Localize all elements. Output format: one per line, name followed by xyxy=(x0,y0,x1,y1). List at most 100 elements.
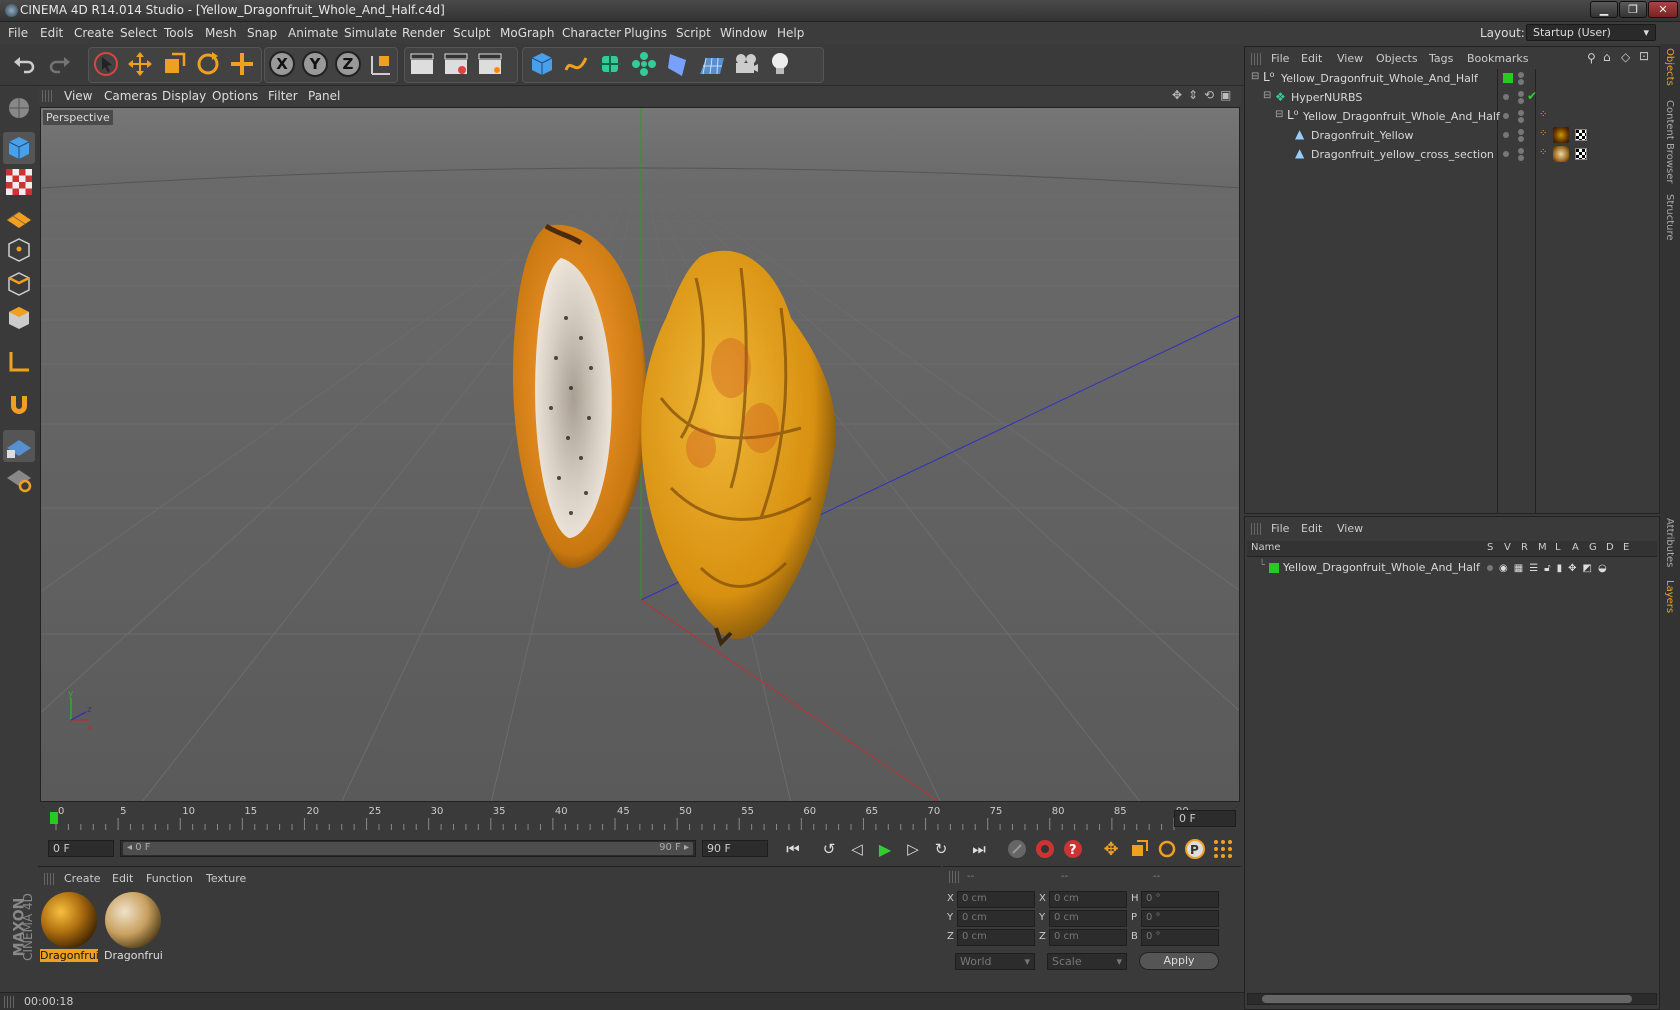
layer-column-d[interactable]: D xyxy=(1606,542,1614,553)
add-environment-button[interactable] xyxy=(696,48,728,80)
menu-simulate[interactable]: Simulate xyxy=(344,26,397,40)
object-menu-tags[interactable]: Tags xyxy=(1429,52,1453,65)
render-visibility-dot[interactable] xyxy=(1518,117,1524,123)
add-deformer-button[interactable] xyxy=(662,48,694,80)
layout-select[interactable]: Startup (User) ▾ xyxy=(1526,24,1656,41)
horizontal-scrollbar[interactable] xyxy=(1247,993,1657,1005)
material-menu-function[interactable]: Function xyxy=(146,872,193,885)
coord-value-field[interactable]: 0 ° xyxy=(1141,929,1219,946)
coord-value-field[interactable]: 0 cm xyxy=(1049,929,1127,946)
manager-icon[interactable]: ☰ xyxy=(1529,563,1538,574)
object-menu-view[interactable]: View xyxy=(1337,52,1363,65)
workplane-mode-button[interactable] xyxy=(3,200,35,232)
render-view-button[interactable] xyxy=(406,48,438,80)
render-visibility-dot[interactable] xyxy=(1518,155,1524,161)
layer-column-l[interactable]: L xyxy=(1555,542,1561,553)
previous-frame-button[interactable]: ◁ xyxy=(844,836,870,862)
3d-viewport[interactable]: y x z Perspective xyxy=(40,107,1240,802)
pan-view-icon[interactable]: ✥ xyxy=(1172,88,1182,102)
tab-layers[interactable]: Layers xyxy=(1664,580,1675,613)
transform-tool-button[interactable] xyxy=(226,48,258,80)
enabled-check-icon[interactable]: ✔ xyxy=(1527,89,1537,103)
layer-menu-file[interactable]: File xyxy=(1271,522,1289,535)
move-tool-button[interactable] xyxy=(124,48,156,80)
coord-system-select[interactable]: World ▾ xyxy=(955,953,1035,970)
layer-column-a[interactable]: A xyxy=(1572,542,1579,553)
next-key-button[interactable]: ↻ xyxy=(928,836,954,862)
editor-visibility-dot[interactable] xyxy=(1518,148,1524,154)
viewport-menu-filter[interactable]: Filter xyxy=(268,89,298,103)
uvw-tag-icon[interactable] xyxy=(1575,148,1587,160)
live-selection-button[interactable] xyxy=(90,48,122,80)
tab-content-browser[interactable]: Content Browser xyxy=(1664,100,1675,183)
coord-value-field[interactable]: 0 cm xyxy=(957,891,1035,908)
add-array-button[interactable] xyxy=(628,48,660,80)
layer-name[interactable]: Yellow_Dragonfruit_Whole_And_Half xyxy=(1283,561,1480,574)
menu-edit[interactable]: Edit xyxy=(40,26,63,40)
render-icon[interactable]: ▦ xyxy=(1514,563,1523,574)
current-frame-field[interactable]: 0 F xyxy=(1174,810,1236,827)
phong-tag-icon[interactable]: ⁘ xyxy=(1539,109,1547,120)
visible-eye-icon[interactable]: ◉ xyxy=(1499,563,1508,574)
menu-help[interactable]: Help xyxy=(777,26,804,40)
menu-file[interactable]: File xyxy=(8,26,28,40)
object-row[interactable]: ⊟ L⁰ Yellow_Dragonfruit_Whole_And_Half ⁘ xyxy=(1245,107,1661,126)
model-mode-button[interactable] xyxy=(3,132,35,164)
filter-icon[interactable]: ◇ xyxy=(1621,50,1630,64)
render-settings-button[interactable] xyxy=(474,48,506,80)
coord-value-field[interactable]: 0 cm xyxy=(957,929,1035,946)
workplane-lock-button[interactable] xyxy=(3,430,35,462)
viewport-menu-cameras[interactable]: Cameras xyxy=(104,89,157,103)
locked-workplane-button[interactable] xyxy=(3,464,35,496)
timeline-ruler[interactable]: 051015202530354045505560657075808590 0 F xyxy=(38,804,1241,834)
key-parameter-button[interactable]: P xyxy=(1182,836,1208,862)
viewport-menu-options[interactable]: Options xyxy=(212,89,258,103)
rotate-view-icon[interactable]: ⟲ xyxy=(1204,88,1214,102)
search-icon[interactable]: ⚲ xyxy=(1587,51,1596,65)
viewport-menu-display[interactable]: Display xyxy=(162,89,206,103)
layer-column-v[interactable]: V xyxy=(1504,542,1511,553)
menu-window[interactable]: Window xyxy=(720,26,767,40)
coord-value-field[interactable]: 0 ° xyxy=(1141,910,1219,927)
object-row[interactable]: ⊟ L⁰ Yellow_Dragonfruit_Whole_And_Half xyxy=(1245,69,1661,88)
collapse-icon[interactable]: ⊟ xyxy=(1275,109,1283,120)
object-menu-objects[interactable]: Objects xyxy=(1376,52,1418,65)
deformers-icon[interactable]: ◩ xyxy=(1583,563,1592,574)
add-cube-button[interactable] xyxy=(526,48,558,80)
menu-select[interactable]: Select xyxy=(120,26,157,40)
editor-visibility-dot[interactable] xyxy=(1518,129,1524,135)
layer-column-e[interactable]: E xyxy=(1623,542,1629,553)
layer-dot[interactable] xyxy=(1503,132,1509,138)
menu-character[interactable]: Character xyxy=(562,26,621,40)
layer-menu-edit[interactable]: Edit xyxy=(1301,522,1322,535)
next-frame-button[interactable]: ▷ xyxy=(900,836,926,862)
object-row[interactable]: ⊟ ❖ HyperNURBS ✔ xyxy=(1245,88,1661,107)
preview-range-slider[interactable]: ◂ 0 F 90 F ▸ xyxy=(120,840,696,857)
points-mode-button[interactable] xyxy=(3,234,35,266)
coord-value-field[interactable]: 0 cm xyxy=(1049,910,1127,927)
render-visibility-dot[interactable] xyxy=(1518,98,1524,104)
home-icon[interactable]: ⌂ xyxy=(1603,50,1611,64)
render-visibility-dot[interactable] xyxy=(1518,79,1524,85)
x-axis-lock-button[interactable]: X xyxy=(266,48,298,80)
rotate-tool-button[interactable] xyxy=(192,48,224,80)
menu-sculpt[interactable]: Sculpt xyxy=(453,26,490,40)
layer-color-swatch[interactable] xyxy=(1503,73,1513,83)
coord-mode-select[interactable]: Scale ▾ xyxy=(1047,953,1127,970)
menu-tools[interactable]: Tools xyxy=(164,26,194,40)
menu-script[interactable]: Script xyxy=(676,26,711,40)
tab-structure[interactable]: Structure xyxy=(1664,194,1675,241)
tab-objects[interactable]: Objects xyxy=(1664,48,1675,86)
material-menu-edit[interactable]: Edit xyxy=(112,872,133,885)
coord-value-field[interactable]: 0 ° xyxy=(1141,891,1219,908)
add-camera-button[interactable] xyxy=(730,48,762,80)
material-swatch[interactable]: Dragonfrui xyxy=(40,891,98,963)
tab-attributes[interactable]: Attributes xyxy=(1664,518,1675,567)
layer-dot[interactable] xyxy=(1503,113,1509,119)
collapse-icon[interactable]: ⊟ xyxy=(1251,71,1259,82)
material-menu-texture[interactable]: Texture xyxy=(206,872,246,885)
apply-button[interactable]: Apply xyxy=(1139,952,1219,970)
add-nurbs-button[interactable] xyxy=(594,48,626,80)
layer-menu-view[interactable]: View xyxy=(1337,522,1363,535)
locked-icon[interactable]: 🔓︎ xyxy=(1544,563,1550,574)
